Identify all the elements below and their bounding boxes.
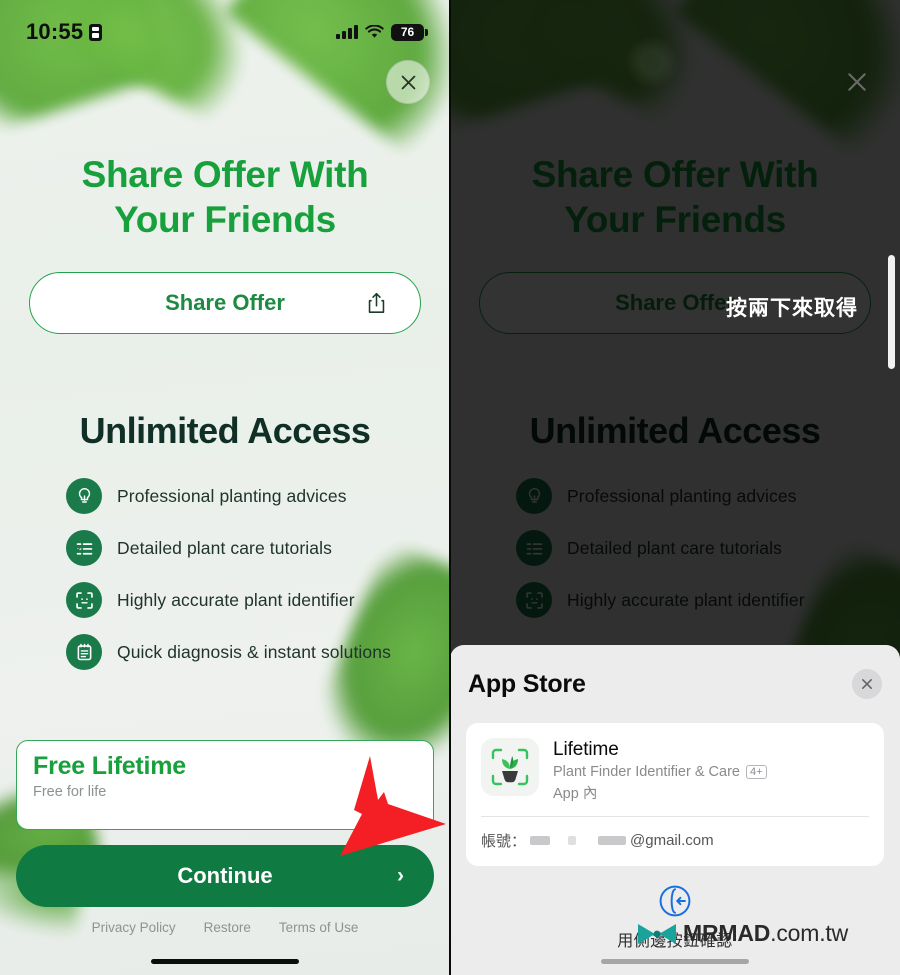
watermark-brand: MRMAD	[683, 920, 771, 946]
feature-label: Professional planting advices	[117, 485, 347, 506]
app-store-confirm-screen: Share Offer With Your Friends Share Offe…	[450, 0, 900, 975]
watermark-suffix: .com.tw	[770, 920, 848, 946]
account-label: 帳號：	[481, 833, 527, 850]
status-bar: 10:55 76	[0, 0, 450, 50]
share-offer-button[interactable]: Share Offer	[29, 272, 421, 335]
checklist-icon	[66, 530, 102, 567]
notepad-icon	[66, 634, 102, 671]
share-icon	[368, 293, 385, 314]
lightbulb-glyph	[78, 487, 90, 503]
feature-list: Professional planting advices Detailed p…	[22, 478, 428, 671]
app-details: Lifetime Plant Finder Identifier & Care …	[553, 738, 767, 803]
close-button[interactable]	[386, 60, 430, 104]
panel-divider	[449, 0, 451, 975]
scan-frame-icon	[66, 582, 102, 619]
close-icon	[862, 679, 872, 689]
sheet-header: App Store	[466, 645, 884, 723]
account-row: 帳號： @gmail.com	[466, 817, 884, 866]
battery-indicator: 76	[391, 23, 428, 41]
app-description-row: Plant Finder Identifier & Care 4+	[553, 764, 767, 780]
watermark-text: MRMAD.com.tw	[683, 920, 848, 947]
redacted-text	[568, 836, 577, 845]
side-button-confirm-icon	[659, 885, 691, 917]
feature-row: Professional planting advices	[66, 478, 428, 515]
close-icon	[401, 75, 415, 89]
feature-row: Quick diagnosis & instant solutions	[66, 634, 428, 671]
app-name: Lifetime	[553, 739, 619, 760]
headline-line-2: Your Friends	[114, 199, 336, 241]
screenshot-stage: 10:55 76 Share Offer With Your Friends S…	[0, 0, 900, 975]
wifi-icon	[365, 25, 384, 38]
sheet-close-button[interactable]	[852, 669, 882, 699]
bowtie-logo	[638, 923, 676, 944]
feature-row: Highly accurate plant identifier	[66, 582, 428, 619]
status-bar-right: 76	[336, 23, 428, 41]
home-indicator	[601, 959, 749, 964]
purchase-card: Lifetime Plant Finder Identifier & Care …	[466, 723, 884, 866]
red-arrow-annotation	[340, 756, 446, 856]
cellular-signal-icon	[336, 25, 358, 39]
in-app-purchase-label: App 內	[553, 786, 598, 802]
redacted-text	[598, 836, 627, 845]
app-icon-glyph	[481, 738, 539, 796]
loading-spinner-ghost	[625, 35, 679, 89]
paywall-screen: 10:55 76 Share Offer With Your Friends S…	[0, 0, 450, 975]
headline-line-1: Share Offer With	[81, 154, 369, 195]
section-title: Unlimited Access	[79, 410, 371, 452]
app-row: Lifetime Plant Finder Identifier & Care …	[466, 723, 884, 816]
clock-label: 10:55	[26, 19, 84, 44]
close-icon[interactable]	[846, 71, 868, 93]
page-title: Share Offer With Your Friends	[22, 152, 428, 242]
scan-frame-glyph	[75, 591, 93, 609]
app-description: Plant Finder Identifier & Care	[553, 764, 740, 780]
watermark: MRMAD.com.tw	[635, 920, 848, 947]
account-email: @gmail.com	[630, 832, 714, 849]
feature-row: Detailed plant care tutorials	[66, 530, 428, 567]
plant-scan-app-icon	[481, 738, 539, 796]
status-bar-left: 10:55	[26, 19, 103, 45]
redacted-text	[530, 836, 551, 845]
double-click-hint: 按兩下來取得	[726, 297, 858, 320]
side-button-bar	[888, 255, 895, 369]
checklist-glyph	[75, 543, 92, 555]
feature-label: Quick diagnosis & instant solutions	[117, 641, 391, 662]
age-rating-badge: 4+	[745, 765, 767, 779]
feature-label: Detailed plant care tutorials	[117, 537, 332, 558]
feature-label: Highly accurate plant identifier	[117, 589, 355, 610]
share-offer-label: Share Offer	[165, 290, 285, 316]
notepad-glyph	[77, 643, 91, 661]
lightbulb-icon	[66, 478, 102, 515]
screen-record-icon	[89, 23, 103, 41]
sheet-title: App Store	[468, 669, 586, 698]
